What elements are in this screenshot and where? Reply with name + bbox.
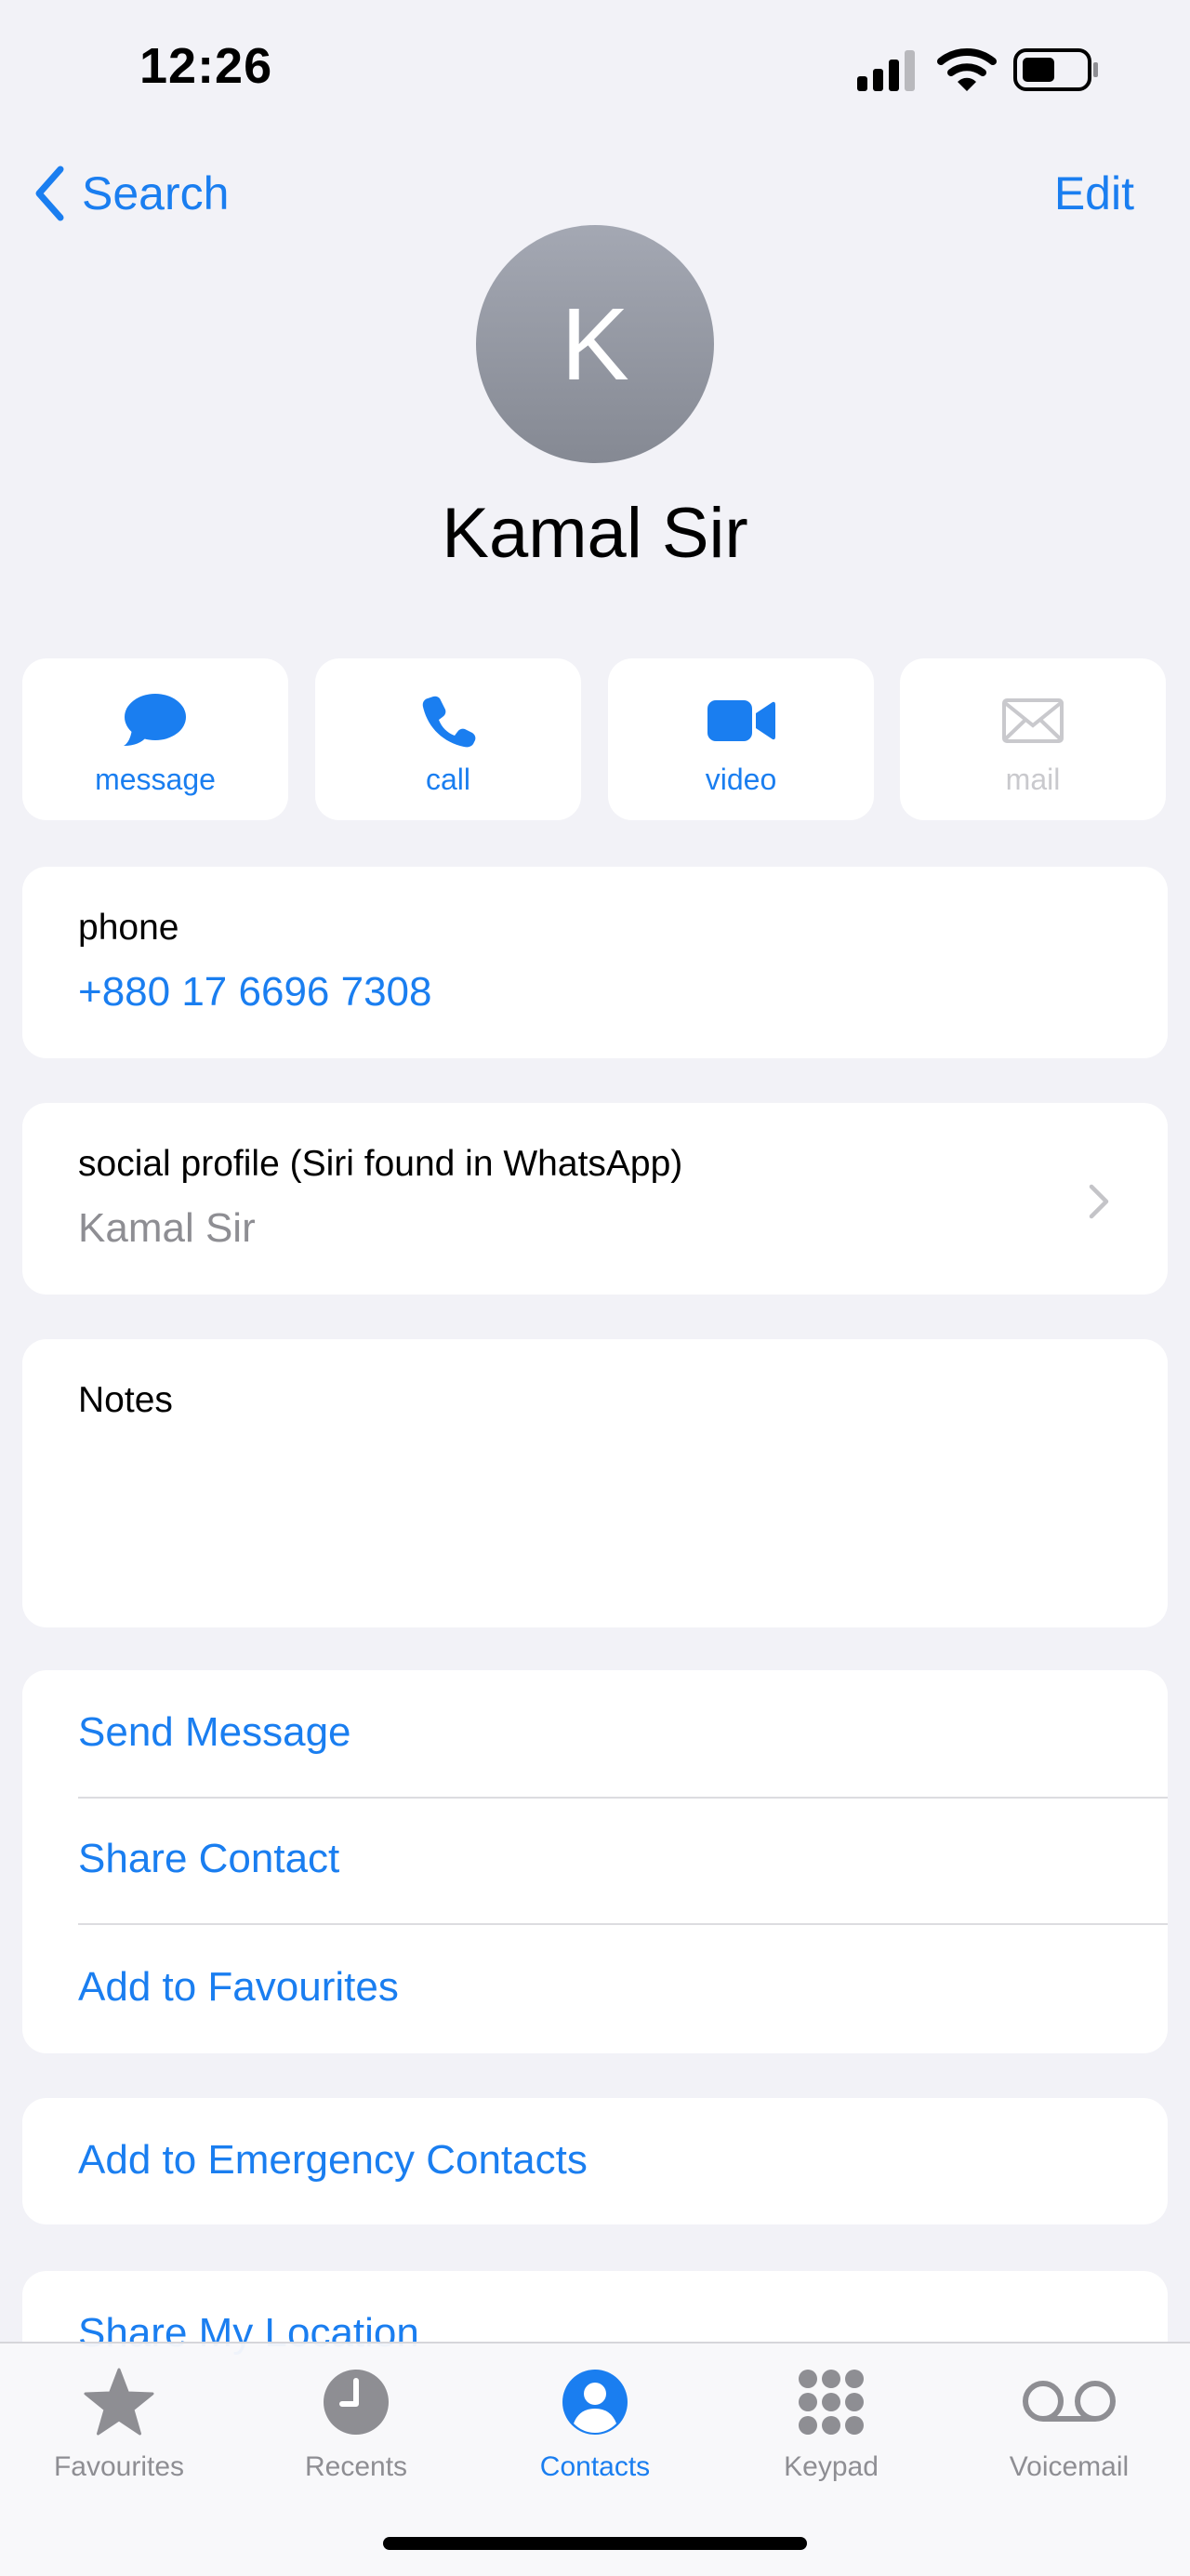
message-button[interactable]: message (22, 658, 288, 820)
social-profile-label: social profile (Siri found in WhatsApp) (78, 1144, 683, 1184)
phone-number-link[interactable]: +880 17 6696 7308 (78, 969, 432, 1016)
add-to-favourites-button[interactable]: Add to Favourites (78, 1964, 399, 2011)
avatar: K (476, 225, 714, 463)
battery-icon (1013, 48, 1098, 91)
add-to-emergency-contacts-button[interactable]: Add to Emergency Contacts (78, 2137, 588, 2184)
mail-label: mail (1005, 763, 1061, 796)
notes-field[interactable]: Notes (22, 1339, 1168, 1627)
wifi-icon (937, 48, 997, 91)
tab-recents[interactable]: Recents (254, 2364, 458, 2483)
back-button[interactable]: Search (33, 156, 229, 231)
tab-keypad[interactable]: Keypad (729, 2364, 933, 2483)
message-bubble-icon (124, 694, 186, 746)
clock-icon (324, 2370, 389, 2435)
home-indicator (383, 2537, 807, 2550)
voicemail-icon (1023, 2381, 1116, 2422)
tab-voicemail[interactable]: Voicemail (967, 2364, 1171, 2483)
cellular-signal-icon (857, 50, 915, 91)
tab-favourites[interactable]: Favourites (17, 2364, 221, 2483)
chevron-left-icon (35, 166, 64, 221)
mail-button[interactable]: mail (900, 658, 1166, 820)
tab-label: Recents (304, 2451, 408, 2482)
tab-label: Voicemail (1009, 2451, 1130, 2482)
message-label: message (95, 763, 216, 796)
tab-label: Contacts (539, 2451, 651, 2482)
tab-label: Favourites (53, 2451, 185, 2482)
envelope-icon (1002, 698, 1064, 743)
contact-name: Kamal Sir (442, 494, 748, 573)
person-circle-icon (562, 2370, 628, 2435)
status-icons (857, 48, 1098, 91)
notes-label: Notes (78, 1380, 173, 1420)
send-message-button[interactable]: Send Message (78, 1709, 351, 1756)
divider (78, 1923, 1168, 1925)
star-icon (84, 2368, 154, 2436)
video-label: video (705, 763, 777, 796)
tab-contacts[interactable]: Contacts (493, 2364, 697, 2483)
divider (78, 1797, 1168, 1799)
phone-label: phone (78, 908, 179, 948)
edit-button[interactable]: Edit (1054, 156, 1134, 231)
call-button[interactable]: call (315, 658, 581, 820)
contact-options-group: Send Message Share Contact Add to Favour… (22, 1670, 1168, 2053)
video-camera-icon (707, 700, 775, 741)
phone-card: phone +880 17 6696 7308 (22, 867, 1168, 1058)
back-label: Search (82, 167, 230, 219)
phone-icon (422, 696, 476, 748)
call-label: call (425, 763, 470, 796)
avatar-initial: K (561, 286, 629, 402)
keypad-icon (799, 2370, 864, 2435)
social-profile-card[interactable]: social profile (Siri found in WhatsApp) … (22, 1103, 1168, 1295)
tab-label: Keypad (784, 2451, 879, 2482)
share-contact-button[interactable]: Share Contact (78, 1836, 339, 1882)
chevron-right-icon (1089, 1184, 1109, 1219)
emergency-card: Add to Emergency Contacts (22, 2098, 1168, 2224)
video-button[interactable]: video (608, 658, 874, 820)
status-time: 12:26 (139, 38, 273, 94)
social-profile-value: Kamal Sir (78, 1205, 256, 1251)
